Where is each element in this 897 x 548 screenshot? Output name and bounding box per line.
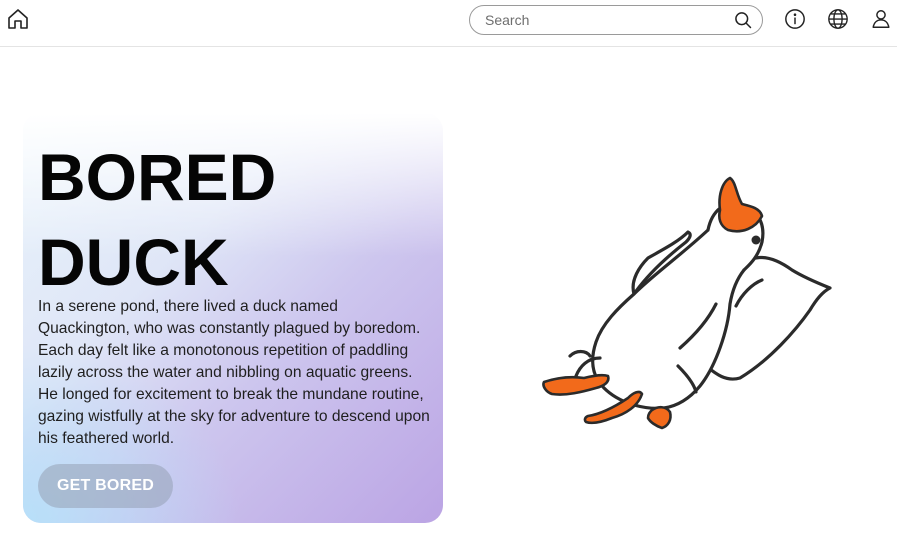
info-button[interactable]	[782, 6, 808, 32]
duck-foot-left	[542, 373, 610, 396]
account-button[interactable]	[868, 6, 894, 32]
language-button[interactable]	[825, 6, 851, 32]
duck-foot-small	[646, 405, 672, 430]
user-icon	[872, 10, 890, 28]
hero-title: BORED DUCK	[38, 135, 438, 305]
home-icon	[8, 9, 28, 29]
duck-beak	[717, 176, 764, 233]
duck-eye	[751, 235, 761, 245]
duck-illustration	[542, 176, 832, 430]
info-icon	[785, 9, 805, 29]
search-input[interactable]	[485, 12, 732, 28]
home-button[interactable]	[5, 6, 31, 32]
globe-icon	[828, 9, 848, 29]
hero-description: In a serene pond, there lived a duck nam…	[38, 298, 430, 447]
top-navigation-bar	[0, 0, 897, 47]
get-bored-button[interactable]: GET BORED	[38, 464, 173, 508]
hero-title-line-2: DUCK	[38, 225, 229, 299]
hero-card: BORED DUCK In a serene pond, there lived…	[23, 113, 443, 523]
search-bar	[469, 5, 763, 35]
hero-title-line-1: BORED	[38, 140, 277, 214]
search-icon[interactable]	[732, 9, 754, 31]
